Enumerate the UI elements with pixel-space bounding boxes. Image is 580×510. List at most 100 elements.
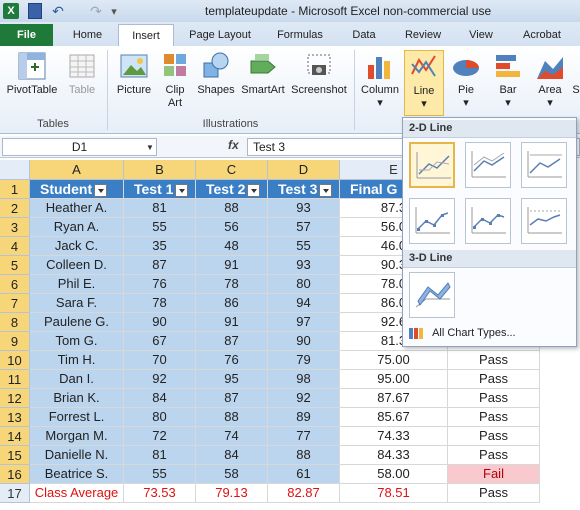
table-cell[interactable]: 91: [196, 256, 268, 275]
name-box-dropdown-icon[interactable]: ▼: [146, 143, 154, 152]
table-cell[interactable]: 92: [124, 370, 196, 389]
clip-art-button[interactable]: Clip Art: [158, 50, 192, 110]
excel-app-icon[interactable]: X: [3, 3, 19, 19]
table-cell[interactable]: Danielle N.: [30, 446, 124, 465]
table-cell[interactable]: Phil E.: [30, 275, 124, 294]
table-cell[interactable]: 80: [124, 408, 196, 427]
table-cell[interactable]: 56: [196, 218, 268, 237]
column-header[interactable]: B: [124, 160, 196, 180]
customize-quick-access-icon[interactable]: ▾: [108, 3, 120, 19]
table-cell[interactable]: Fail: [448, 465, 540, 484]
tab-file[interactable]: File: [0, 24, 53, 46]
table-cell[interactable]: 76: [196, 351, 268, 370]
row-header[interactable]: 2: [0, 199, 30, 218]
table-cell[interactable]: 58: [196, 465, 268, 484]
row-header[interactable]: 12: [0, 389, 30, 408]
table-cell[interactable]: 84: [124, 389, 196, 408]
table-cell[interactable]: Pass: [448, 370, 540, 389]
average-cell[interactable]: 82.87: [268, 484, 340, 503]
column-header[interactable]: D: [268, 160, 340, 180]
table-cell[interactable]: Forrest L.: [30, 408, 124, 427]
table-cell[interactable]: 95.00: [340, 370, 448, 389]
average-cell[interactable]: 79.13: [196, 484, 268, 503]
table-cell[interactable]: 98: [268, 370, 340, 389]
header-cell[interactable]: Test 3: [268, 180, 340, 199]
row-header[interactable]: 6: [0, 275, 30, 294]
table-cell[interactable]: 81: [124, 199, 196, 218]
table-cell[interactable]: 97: [268, 313, 340, 332]
table-cell[interactable]: 79: [268, 351, 340, 370]
table-cell[interactable]: 90: [124, 313, 196, 332]
area-chart-button[interactable]: Area ▾: [530, 50, 570, 110]
table-cell[interactable]: 75.00: [340, 351, 448, 370]
filter-dropdown-icon[interactable]: [175, 183, 189, 197]
row-header[interactable]: 15: [0, 446, 30, 465]
table-cell[interactable]: 72: [124, 427, 196, 446]
table-cell[interactable]: 88: [196, 199, 268, 218]
stacked-line-markers-option[interactable]: [465, 198, 511, 244]
table-cell[interactable]: 48: [196, 237, 268, 256]
pie-chart-button[interactable]: Pie ▾: [446, 50, 486, 110]
table-button[interactable]: Table: [62, 50, 102, 97]
line-chart-button[interactable]: Line ▾: [404, 50, 444, 116]
tab-acrobat[interactable]: Acrobat: [512, 26, 572, 46]
row-header[interactable]: 13: [0, 408, 30, 427]
undo-icon[interactable]: ↶: [48, 3, 68, 19]
table-cell[interactable]: 91: [196, 313, 268, 332]
table-cell[interactable]: 35: [124, 237, 196, 256]
row-header[interactable]: 4: [0, 237, 30, 256]
table-cell[interactable]: Pass: [448, 446, 540, 465]
tab-view[interactable]: View: [458, 26, 504, 46]
row-header[interactable]: 3: [0, 218, 30, 237]
filter-dropdown-icon[interactable]: [94, 183, 108, 197]
table-cell[interactable]: 93: [268, 256, 340, 275]
select-all-corner[interactable]: [0, 160, 30, 180]
row-header[interactable]: 11: [0, 370, 30, 389]
table-cell[interactable]: Pass: [448, 408, 540, 427]
row-header[interactable]: 14: [0, 427, 30, 446]
picture-button[interactable]: Picture: [112, 50, 156, 97]
tab-formulas[interactable]: Formulas: [268, 26, 332, 46]
table-cell[interactable]: 94: [268, 294, 340, 313]
average-cell[interactable]: 78.51: [340, 484, 448, 503]
filter-dropdown-icon[interactable]: [319, 183, 333, 197]
row-header[interactable]: 10: [0, 351, 30, 370]
scatter-chart-button[interactable]: S: [572, 50, 580, 97]
table-cell[interactable]: 74.33: [340, 427, 448, 446]
table-cell[interactable]: 78: [196, 275, 268, 294]
average-cell[interactable]: Pass: [448, 484, 540, 503]
table-cell[interactable]: 55: [124, 218, 196, 237]
tab-home[interactable]: Home: [60, 26, 115, 46]
column-header[interactable]: C: [196, 160, 268, 180]
table-cell[interactable]: 92: [268, 389, 340, 408]
save-icon[interactable]: [28, 3, 42, 19]
header-cell[interactable]: Student: [30, 180, 124, 199]
bar-chart-button[interactable]: Bar ▾: [488, 50, 528, 110]
table-cell[interactable]: Heather A.: [30, 199, 124, 218]
100-stacked-line-chart-option[interactable]: [521, 142, 567, 188]
row-header[interactable]: 9: [0, 332, 30, 351]
table-cell[interactable]: 70: [124, 351, 196, 370]
table-cell[interactable]: 55: [124, 465, 196, 484]
tab-page-layout[interactable]: Page Layout: [180, 26, 260, 46]
column-chart-button[interactable]: Column ▾: [358, 50, 402, 110]
column-header[interactable]: A: [30, 160, 124, 180]
table-cell[interactable]: 87: [124, 256, 196, 275]
redo-icon[interactable]: ↷: [86, 3, 106, 19]
table-cell[interactable]: 61: [268, 465, 340, 484]
header-cell[interactable]: Test 1: [124, 180, 196, 199]
table-cell[interactable]: Pass: [448, 389, 540, 408]
table-cell[interactable]: 81: [124, 446, 196, 465]
row-header[interactable]: 16: [0, 465, 30, 484]
100-stacked-line-markers-option[interactable]: [521, 198, 567, 244]
table-cell[interactable]: 80: [268, 275, 340, 294]
smartart-button[interactable]: SmartArt: [240, 50, 286, 97]
table-cell[interactable]: 77: [268, 427, 340, 446]
table-cell[interactable]: Colleen D.: [30, 256, 124, 275]
table-cell[interactable]: 85.67: [340, 408, 448, 427]
table-cell[interactable]: Ryan A.: [30, 218, 124, 237]
table-cell[interactable]: 78: [124, 294, 196, 313]
tab-data[interactable]: Data: [340, 26, 388, 46]
row-header[interactable]: 1: [0, 180, 30, 199]
name-box[interactable]: D1: [2, 138, 157, 156]
